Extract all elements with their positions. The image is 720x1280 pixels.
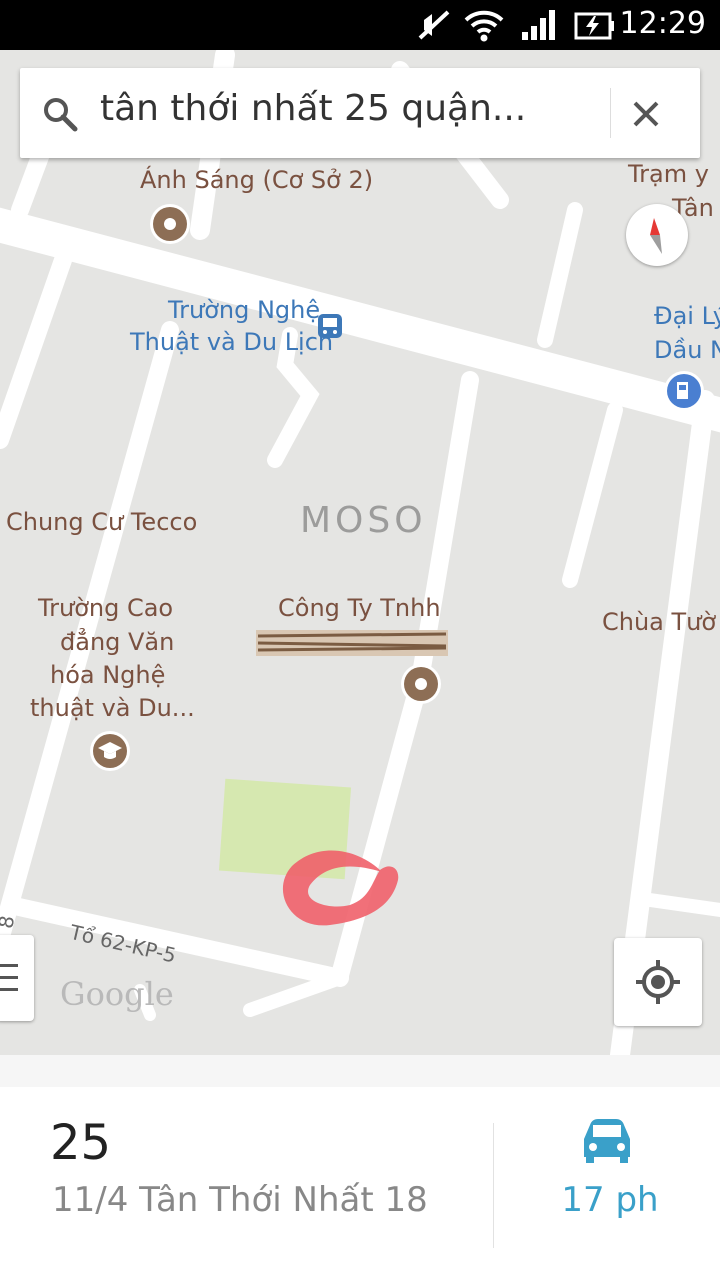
search-bar[interactable]: tân thới nhất 25 quận... [20,68,700,158]
map-label: Ánh Sáng (Cơ Sở 2) [140,166,374,194]
card-divider [493,1123,494,1248]
place-title: 25 [50,1115,112,1171]
map-label: thuật và Du... [30,694,195,722]
wifi-icon [464,10,504,42]
eta-text[interactable]: 17 ph [530,1180,690,1220]
place-address: 11/4 Tân Thới Nhất 18 [52,1180,428,1220]
map-roads [0,50,720,1055]
directions-button[interactable] [520,1115,700,1240]
map-label: Đại Lý [654,302,720,330]
scribbled-label [256,630,448,656]
hand-drawn-marker [282,850,399,926]
search-icon[interactable] [42,96,78,132]
map-label: hóa Nghệ [50,661,166,689]
status-bar: 12:29 [0,0,720,50]
my-location-icon [636,960,680,1004]
watermark: MOSO [300,500,427,541]
close-icon[interactable] [632,100,660,128]
school-icon[interactable] [90,731,130,771]
map-label: Dầu N [654,336,720,364]
map-label: Chùa Tườ [602,608,717,636]
poi-marker-cong-ty[interactable] [401,664,441,704]
map-view[interactable]: Ánh Sáng (Cơ Sở 2) Trạm y Tân Trường Ngh… [0,50,720,1055]
map-label: Trường Nghệ [168,296,321,324]
compass-button[interactable] [626,204,688,266]
place-card[interactable]: 25 11/4 Tân Thới Nhất 18 17 ph [0,1055,720,1280]
map-label: Chung Cư Tecco [6,508,198,536]
gas-station-icon[interactable] [664,371,704,411]
battery-charging-icon [574,12,614,40]
map-label: Trường Cao [38,594,174,622]
map-label: đẳng Văn [60,628,175,656]
map-label: Công Ty Tnhh [278,594,441,622]
menu-icon [0,964,18,991]
compass-icon [650,218,662,254]
search-divider [610,88,611,138]
mute-icon [418,10,450,40]
google-attribution: Google [60,975,174,1013]
card-handle-area [0,1055,720,1087]
poi-marker-anh-sang[interactable] [150,204,190,244]
status-time: 12:29 [619,6,706,41]
car-icon [584,1119,630,1163]
map-label: Thuật và Du Lịch [130,328,334,356]
menu-button[interactable] [0,935,34,1021]
signal-icon [522,10,555,40]
map-label: Trạm y [628,160,709,188]
my-location-button[interactable] [614,938,702,1026]
search-query[interactable]: tân thới nhất 25 quận... [100,88,560,129]
